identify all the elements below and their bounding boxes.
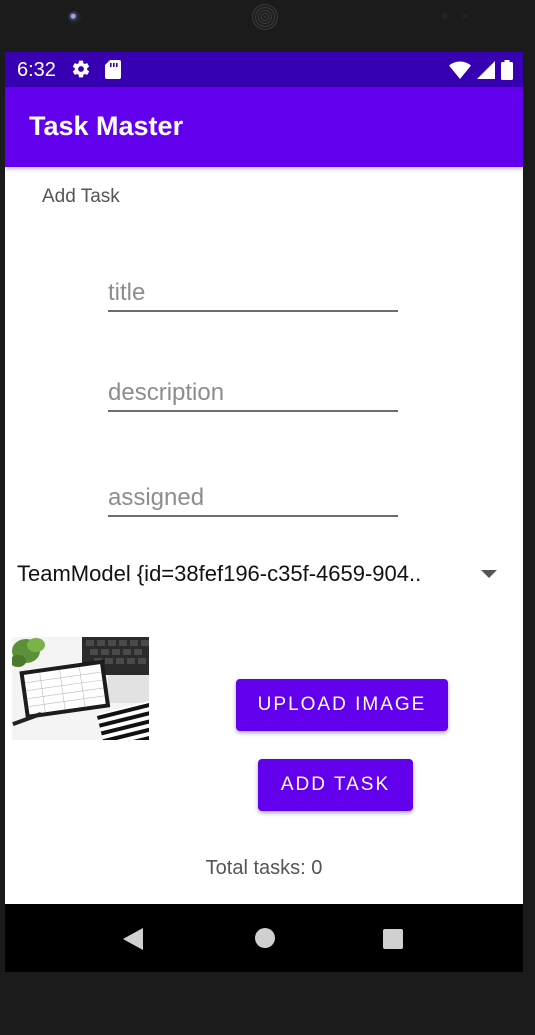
- earpiece-speaker: [252, 4, 278, 30]
- description-field: [108, 372, 398, 412]
- proximity-sensor: [442, 13, 448, 19]
- gear-icon: [71, 59, 91, 84]
- front-camera: [68, 11, 81, 24]
- device-top-bezel: [0, 0, 535, 52]
- battery-icon: [501, 60, 513, 80]
- title-input[interactable]: [108, 279, 398, 307]
- wifi-icon: [449, 61, 471, 79]
- team-spinner[interactable]: TeamModel {id=38fef196-c35f-4659-904..: [5, 552, 523, 596]
- total-tasks-label: Total tasks: 0: [5, 857, 523, 880]
- assigned-input[interactable]: [108, 484, 398, 512]
- title-field: [108, 272, 398, 312]
- app-title: Task Master: [29, 111, 184, 141]
- dropdown-arrow-icon[interactable]: [481, 570, 497, 578]
- description-input[interactable]: [108, 379, 398, 407]
- planner-photo: [12, 637, 149, 740]
- upload-image-button[interactable]: UPLOAD IMAGE: [236, 679, 448, 731]
- app-bar: Task Master: [5, 87, 523, 167]
- phone-screen: 6:32 Task Master Add Task TeamModel {id=…: [5, 52, 523, 972]
- add-task-button[interactable]: ADD TASK: [258, 759, 413, 811]
- signal-icon: [477, 61, 495, 79]
- home-icon[interactable]: [255, 928, 275, 948]
- task-image-preview: [12, 637, 149, 740]
- light-sensor: [462, 13, 468, 19]
- status-icons: [449, 60, 513, 80]
- status-bar: 6:32: [5, 52, 523, 87]
- status-time: 6:32: [17, 59, 56, 81]
- page-heading: Add Task: [42, 186, 120, 207]
- navigation-bar: [5, 904, 523, 972]
- assigned-field: [108, 477, 398, 517]
- recents-icon[interactable]: [383, 929, 403, 949]
- back-icon[interactable]: [123, 928, 145, 955]
- sd-card-icon: [105, 60, 121, 84]
- team-spinner-value: TeamModel {id=38fef196-c35f-4659-904..: [17, 561, 422, 586]
- total-tasks-text: Total tasks: 0: [205, 857, 323, 879]
